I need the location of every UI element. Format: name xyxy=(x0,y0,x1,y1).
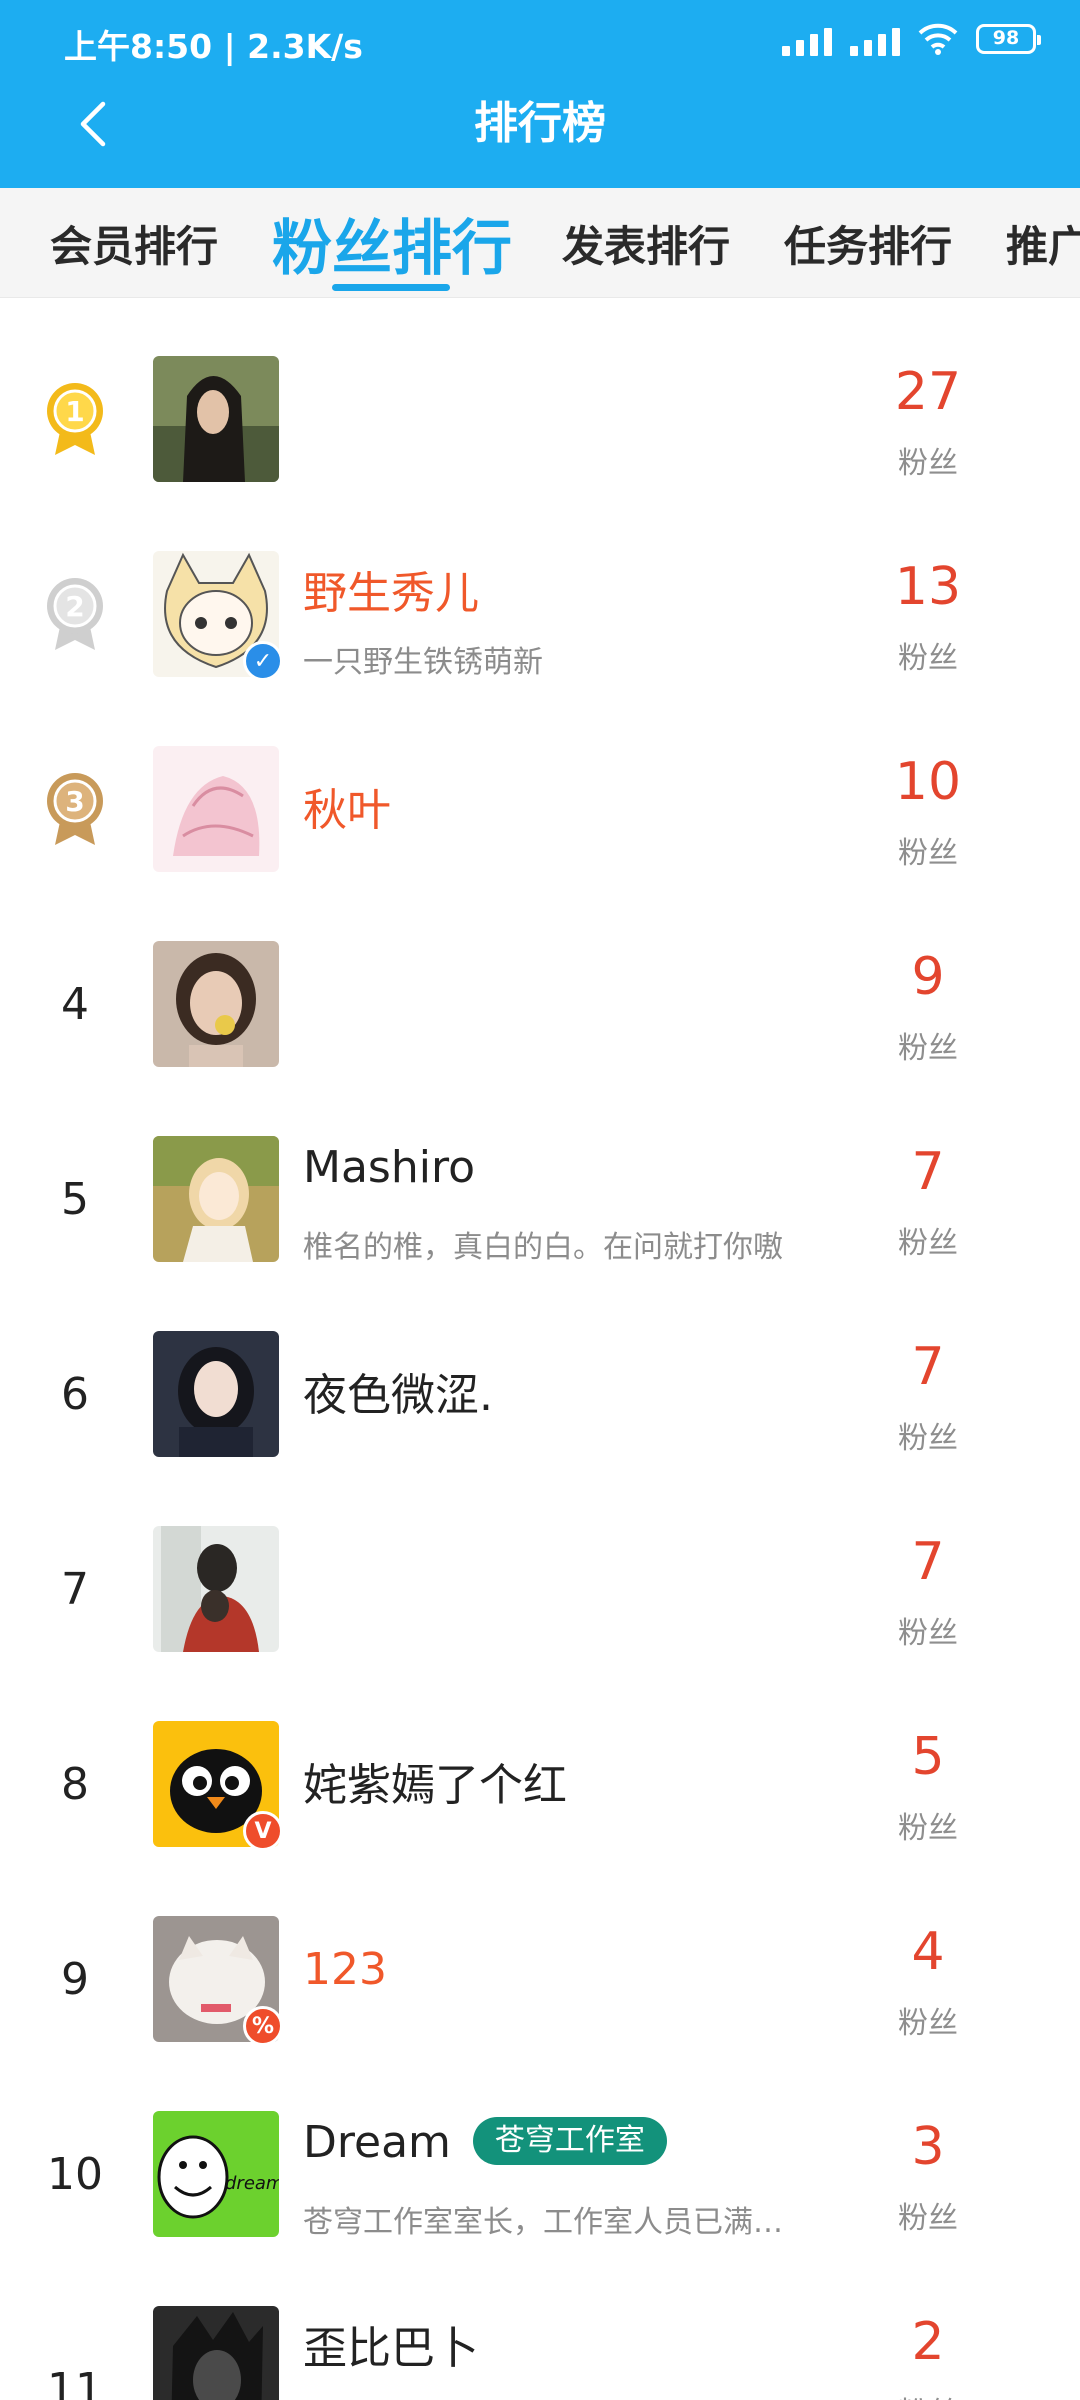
fans-count-label: 粉丝 xyxy=(898,2201,958,2236)
fans-count: 4 xyxy=(911,1922,945,1982)
rank-row[interactable]: 6 夜色微涩. 7 粉丝 xyxy=(0,1297,1080,1492)
avatar[interactable] xyxy=(153,1526,279,1652)
fans-count-label: 粉丝 xyxy=(898,446,958,481)
fans-count: 2 xyxy=(911,2312,945,2372)
user-name[interactable]: 123 xyxy=(303,1944,387,1995)
fans-count: 7 xyxy=(911,1532,945,1592)
verified-icon: ✓ xyxy=(243,641,283,681)
user-name[interactable]: 姹紫嫣了个红 xyxy=(303,1749,567,1813)
status-time: 上午8:50 | 2.3K/s xyxy=(64,27,363,66)
rank-row[interactable]: 5 Mashiro 椎名的椎，真白的白。在问就打你嗷 7 粉丝 xyxy=(0,1102,1080,1297)
fans-count: 9 xyxy=(911,947,945,1007)
user-name[interactable]: Dream 苍穹工作室 xyxy=(303,2117,667,2169)
avatar[interactable] xyxy=(153,2306,279,2400)
coupon-icon: % xyxy=(243,2006,283,2046)
avatar[interactable] xyxy=(153,941,279,1067)
user-signature: 椎名的椎，真白的白。在问就打你嗷 xyxy=(303,1230,783,1265)
fans-count: 27 xyxy=(894,362,962,422)
user-name[interactable]: 野生秀儿 xyxy=(303,557,479,621)
tab-fans-ranking[interactable]: 粉丝排行 xyxy=(272,188,512,298)
rank-row[interactable]: 8 V 姹紫嫣了个红 5 粉丝 xyxy=(0,1687,1080,1882)
avatar[interactable] xyxy=(153,1331,279,1457)
rank-row[interactable]: 9 % 123 4 粉丝 xyxy=(0,1882,1080,2077)
ranking-tabs: 会员排行 粉丝排行 发表排行 任务排行 推广 xyxy=(0,188,1080,298)
user-name[interactable]: 歪比巴卜 xyxy=(303,2312,479,2376)
svg-text:3: 3 xyxy=(65,785,84,818)
fans-count-label: 粉丝 xyxy=(868,2388,988,2400)
fans-count-label: 粉丝 xyxy=(898,2006,958,2041)
tab-post-ranking[interactable]: 发表排行 xyxy=(562,188,730,298)
rank-number: 10 xyxy=(47,2149,103,2200)
studio-tag[interactable]: 苍穹工作室 xyxy=(472,2117,667,2165)
silver-medal-icon: 2 xyxy=(40,517,110,712)
signal-icon xyxy=(782,22,832,56)
rank-row[interactable]: 7 7 粉丝 xyxy=(0,1492,1080,1687)
vip-v-icon: V xyxy=(243,1811,283,1851)
fans-count-label: 粉丝 xyxy=(898,641,958,676)
tab-member-ranking[interactable]: 会员排行 xyxy=(50,188,218,298)
rank-number: 11 xyxy=(47,2364,103,2400)
ranking-screen: 上午8:50 | 2.3K/s 98 排行榜 会员排行 粉丝排行 发表排行 任务… xyxy=(0,0,1080,2400)
tab-task-ranking[interactable]: 任务排行 xyxy=(784,188,952,298)
fans-count: 3 xyxy=(911,2117,945,2177)
fans-count: 7 xyxy=(911,1142,945,1202)
fans-count: 10 xyxy=(894,752,962,812)
page-title: 排行榜 xyxy=(474,98,606,149)
fans-count-label: 粉丝 xyxy=(898,1421,958,1456)
avatar[interactable]: dream xyxy=(153,2111,279,2237)
user-signature: 一只野生铁锈萌新 xyxy=(303,645,543,680)
rank-number: 9 xyxy=(61,1954,89,2005)
user-name-text[interactable]: Dream xyxy=(303,2117,451,2168)
header-bar: 上午8:50 | 2.3K/s 98 排行榜 xyxy=(0,0,1080,188)
fans-count-label: 粉丝 xyxy=(898,1616,958,1651)
avatar[interactable] xyxy=(153,1136,279,1262)
fans-count-label: 粉丝 xyxy=(898,1226,958,1261)
rank-number: 4 xyxy=(61,979,89,1030)
rank-row[interactable]: 10 dream Dream 苍穹工作室 苍穹工作室室长，工作室人员已满… 3 粉… xyxy=(0,2077,1080,2272)
rank-row[interactable]: 4 9 粉丝 xyxy=(0,907,1080,1102)
rank-row[interactable]: 2 ✓ 野生秀儿 一只野生铁锈萌新 13 粉丝 xyxy=(0,517,1080,712)
rank-number: 5 xyxy=(61,1174,89,1225)
status-icons: 98 xyxy=(782,22,1041,56)
user-name[interactable]: 秋叶 xyxy=(303,774,391,838)
svg-text:dream: dream xyxy=(225,2173,279,2194)
fans-count: 7 xyxy=(911,1337,945,1397)
rank-row[interactable]: 3 秋叶 10 粉丝 xyxy=(0,712,1080,907)
avatar[interactable] xyxy=(153,356,279,482)
wifi-icon xyxy=(918,23,958,55)
rank-number: 8 xyxy=(61,1759,89,1810)
svg-text:1: 1 xyxy=(65,395,84,428)
tab-promotion-ranking[interactable]: 推广 xyxy=(1006,188,1080,298)
battery-icon: 98 xyxy=(976,24,1041,54)
signal-icon-2 xyxy=(850,22,900,56)
user-signature: 苍穹工作室室长，工作室人员已满… xyxy=(303,2205,783,2240)
active-tab-indicator xyxy=(332,284,450,291)
fans-count: 5 xyxy=(911,1727,945,1787)
fans-count-label: 粉丝 xyxy=(898,1031,958,1066)
fans-count-label: 粉丝 xyxy=(898,1811,958,1846)
bronze-medal-icon: 3 xyxy=(40,712,110,907)
rank-number: 6 xyxy=(61,1369,89,1420)
fans-count-label: 粉丝 xyxy=(898,836,958,871)
svg-text:2: 2 xyxy=(65,590,84,623)
user-name[interactable]: Mashiro xyxy=(303,1142,475,1193)
rank-row[interactable]: 1 27 粉丝 xyxy=(0,322,1080,517)
rank-number: 7 xyxy=(61,1564,89,1615)
rank-row[interactable]: 11 歪比巴卜 2 粉丝 xyxy=(0,2272,1080,2400)
gold-medal-icon: 1 xyxy=(40,322,110,517)
user-name[interactable]: 夜色微涩. xyxy=(303,1359,493,1423)
avatar[interactable] xyxy=(153,746,279,872)
fans-count: 13 xyxy=(894,557,962,617)
status-bar: 上午8:50 | 2.3K/s 98 xyxy=(0,0,1080,84)
